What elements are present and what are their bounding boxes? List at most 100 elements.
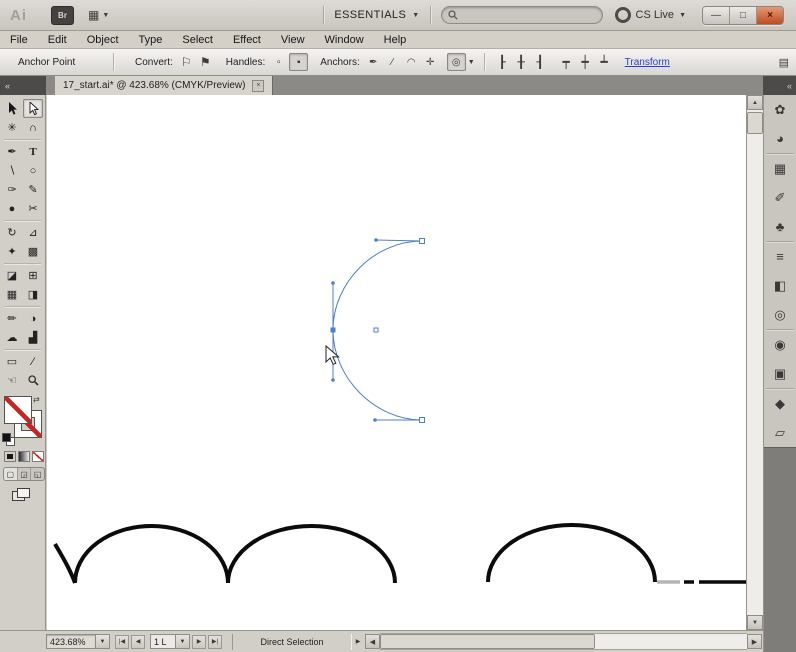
dock-collapse-button[interactable]: «	[763, 76, 796, 95]
horizontal-scrollbar[interactable]: ◀ ▶	[365, 634, 762, 650]
selection-tool[interactable]	[2, 99, 22, 118]
convert-to-corner-button[interactable]: ⚐	[178, 54, 195, 70]
color-button[interactable]	[4, 451, 16, 462]
free-transform-tool[interactable]: ▩	[23, 242, 43, 261]
scroll-up-button[interactable]: ▲	[747, 95, 763, 110]
menu-file[interactable]: File	[0, 34, 38, 46]
screen-mode-button[interactable]	[12, 488, 28, 500]
shape-builder-tool[interactable]: ◪	[2, 266, 22, 285]
search-input[interactable]	[462, 9, 596, 22]
eyedropper-tool[interactable]: ✏	[2, 309, 22, 328]
lasso-tool[interactable]: ∩	[23, 118, 43, 137]
transform-link[interactable]: Transform	[625, 57, 670, 68]
symbols-panel-button[interactable]: ♣	[764, 212, 796, 241]
align-left-button[interactable]: ┠	[494, 54, 511, 70]
draw-inside-button[interactable]: ◱	[31, 468, 44, 480]
none-button[interactable]	[32, 451, 44, 462]
panel-menu-icon[interactable]: ▤	[779, 56, 789, 69]
brushes-panel-button[interactable]: ✐	[764, 183, 796, 212]
remove-anchors-button[interactable]: ✒	[365, 54, 382, 70]
select-anchors-button[interactable]: ✛	[422, 54, 439, 70]
rotate-tool[interactable]: ↻	[2, 223, 22, 242]
slice-tool[interactable]: ∕	[23, 352, 43, 371]
menu-help[interactable]: Help	[374, 34, 417, 46]
menu-effect[interactable]: Effect	[223, 34, 271, 46]
scissors-tool[interactable]: ✂	[23, 199, 43, 218]
align-top-button[interactable]: ┯	[558, 54, 575, 70]
scroll-right-button[interactable]: ▶	[747, 634, 762, 649]
swap-fill-stroke-icon[interactable]: ⇄	[33, 395, 40, 404]
align-middle-button[interactable]: ┿	[577, 54, 594, 70]
blend-tool[interactable]: ◑	[23, 309, 43, 328]
artboard-canvas[interactable]	[47, 95, 746, 630]
pencil-tool[interactable]: ✎	[23, 180, 43, 199]
ellipse-tool[interactable]: ○	[23, 161, 43, 180]
direct-selection-tool[interactable]	[23, 99, 43, 118]
zoom-level-field[interactable]: 423.68%	[46, 634, 96, 649]
artboards-panel-button[interactable]: ▱	[764, 418, 796, 447]
paintbrush-tool[interactable]: ✑	[2, 180, 22, 199]
show-handles-button[interactable]: ▫	[270, 54, 287, 70]
magic-wand-tool[interactable]: ✳	[2, 118, 22, 137]
scale-tool[interactable]: ⊿	[23, 223, 43, 242]
menu-window[interactable]: Window	[315, 34, 374, 46]
blob-brush-tool[interactable]: ●	[2, 199, 22, 218]
isolate-selection-button[interactable]: ◎	[447, 53, 466, 71]
next-artboard-button[interactable]: ▶	[192, 635, 206, 649]
artboard-navigation-field[interactable]: 1 L	[150, 634, 176, 649]
close-button[interactable]: ×	[757, 7, 783, 24]
vertical-scrollbar[interactable]: ▲ ▼	[746, 95, 763, 630]
tools-panel-collapse-button[interactable]: «	[0, 76, 46, 95]
draw-normal-button[interactable]: ▢	[4, 468, 18, 480]
bridge-button[interactable]: Br	[51, 6, 74, 25]
cs-live-button[interactable]: CS Live ▼	[615, 7, 686, 23]
align-bottom-button[interactable]: ┷	[596, 54, 613, 70]
type-tool[interactable]: T	[23, 142, 43, 161]
default-fill-stroke-icon[interactable]	[2, 433, 14, 445]
column-graph-tool[interactable]: ▟	[23, 328, 43, 347]
symbol-sprayer-tool[interactable]: ☁	[2, 328, 22, 347]
width-tool[interactable]: ✦	[2, 242, 22, 261]
arrange-documents-button[interactable]: ▦ ▼	[88, 9, 109, 21]
artboard-dropdown-button[interactable]: ▼	[176, 634, 190, 649]
line-segment-tool[interactable]: ∖	[2, 161, 22, 180]
status-menu-button[interactable]: ▶	[352, 634, 364, 650]
hide-handles-button[interactable]: ▪	[289, 53, 308, 71]
color-guide-panel-button[interactable]: ◕	[764, 124, 796, 153]
gradient-panel-button[interactable]: ◧	[764, 271, 796, 300]
scroll-left-button[interactable]: ◀	[365, 634, 380, 649]
pen-tool[interactable]: ✒	[2, 142, 22, 161]
mesh-tool[interactable]: ▦	[2, 285, 22, 304]
horizontal-scroll-track[interactable]	[380, 633, 747, 650]
perspective-grid-tool[interactable]: ⊞	[23, 266, 43, 285]
minimize-button[interactable]: —	[703, 7, 730, 24]
menu-object[interactable]: Object	[77, 34, 129, 46]
search-box[interactable]	[441, 6, 603, 24]
draw-behind-button[interactable]: ◲	[18, 468, 32, 480]
stroke-panel-button[interactable]: ≡	[764, 242, 796, 271]
connect-anchors-button[interactable]: ◠	[403, 54, 420, 70]
menu-select[interactable]: Select	[172, 34, 223, 46]
first-artboard-button[interactable]: |◀	[115, 635, 129, 649]
gradient-button[interactable]	[18, 451, 30, 462]
menu-edit[interactable]: Edit	[38, 34, 77, 46]
last-artboard-button[interactable]: ▶|	[208, 635, 222, 649]
appearance-panel-button[interactable]: ◉	[764, 330, 796, 359]
vertical-scroll-thumb[interactable]	[747, 112, 763, 134]
horizontal-scroll-thumb[interactable]	[380, 634, 595, 649]
layers-panel-button[interactable]: ◆	[764, 389, 796, 418]
fill-swatch[interactable]	[5, 397, 31, 423]
align-center-button[interactable]: ╂	[513, 54, 530, 70]
color-panel-button[interactable]: ✿	[764, 95, 796, 124]
swatches-panel-button[interactable]: ▦	[764, 154, 796, 183]
graphic-styles-panel-button[interactable]: ▣	[764, 359, 796, 388]
scroll-down-button[interactable]: ▼	[747, 615, 763, 630]
convert-to-smooth-button[interactable]: ⚑	[197, 54, 214, 70]
hand-tool[interactable]: ☜	[2, 371, 22, 390]
cut-path-button[interactable]: ∕	[384, 54, 401, 70]
menu-type[interactable]: Type	[129, 34, 173, 46]
menu-view[interactable]: View	[271, 34, 315, 46]
previous-artboard-button[interactable]: ◀	[131, 635, 145, 649]
gradient-tool[interactable]: ◨	[23, 285, 43, 304]
restore-button[interactable]: □	[730, 7, 757, 24]
